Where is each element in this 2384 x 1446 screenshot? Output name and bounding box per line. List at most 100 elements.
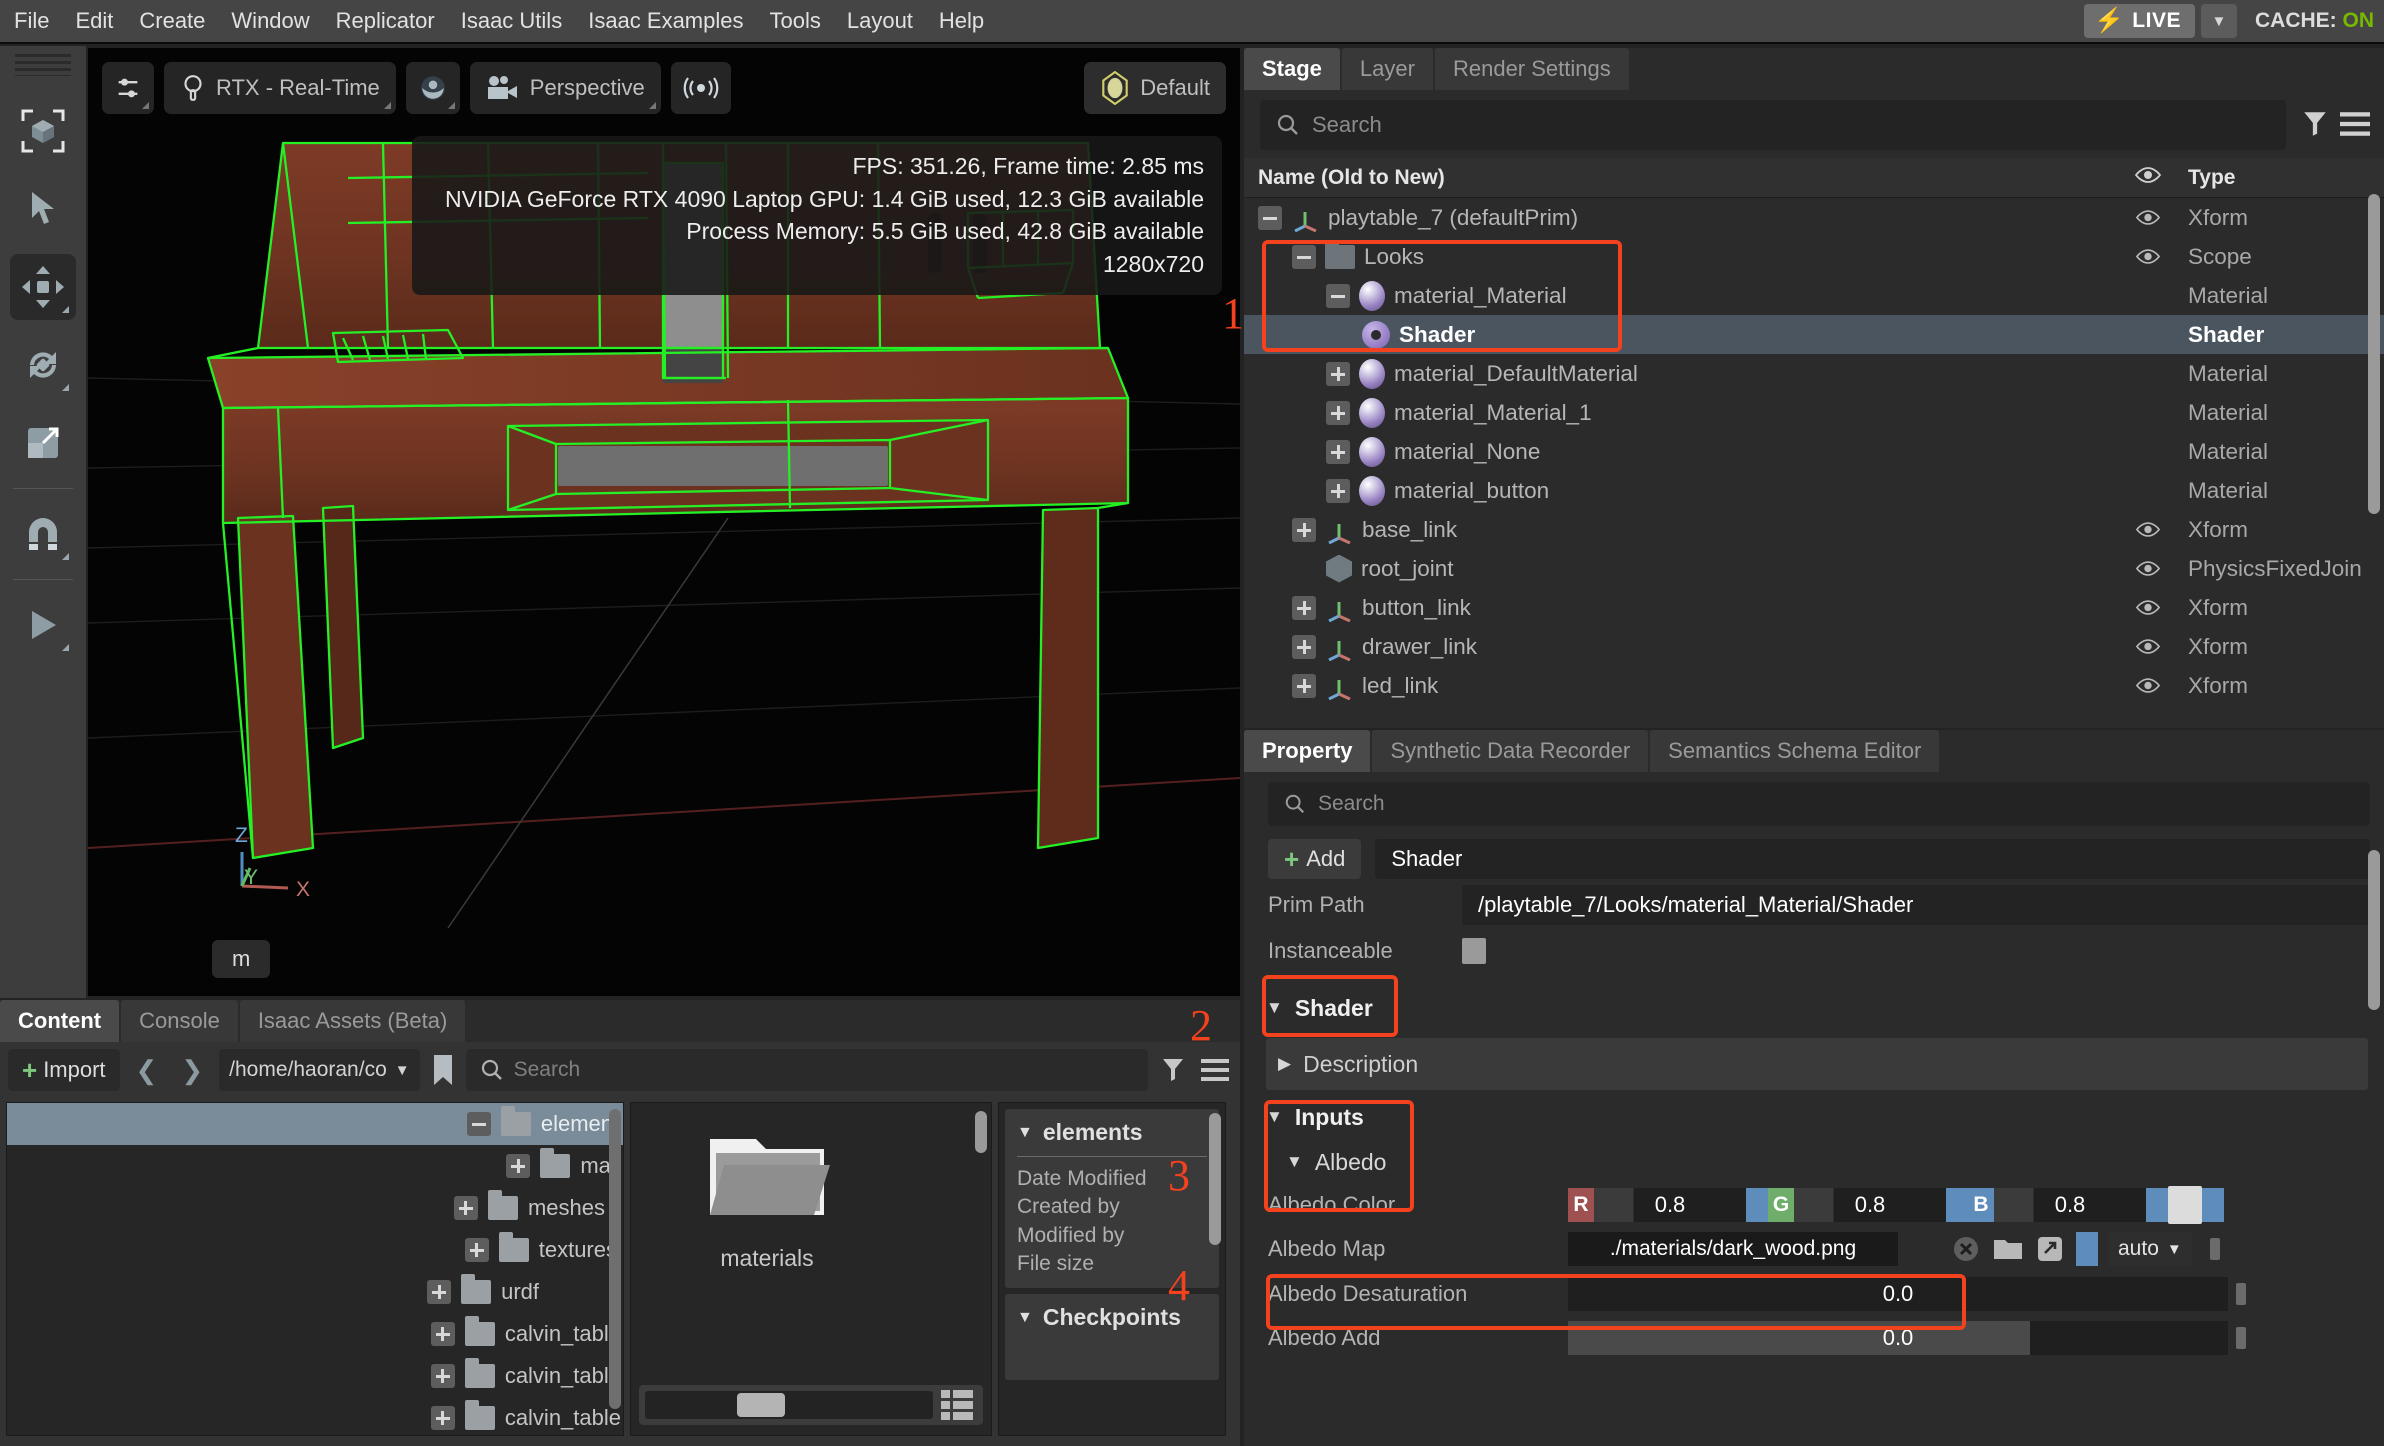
nav-forward-icon[interactable]: ❯ — [173, 1055, 211, 1086]
expand-toggle-icon[interactable] — [1326, 401, 1350, 425]
visibility-toggle-icon[interactable] — [2122, 209, 2174, 226]
color-swatch[interactable] — [2168, 1186, 2202, 1224]
collapse-toggle-icon[interactable] — [467, 1112, 491, 1136]
instanceable-checkbox[interactable] — [1462, 938, 1486, 964]
stage-row-button-link[interactable]: button_link Xform — [1244, 588, 2384, 627]
cursor-select-icon-button[interactable] — [10, 176, 76, 242]
column-header-type[interactable]: Type — [2174, 166, 2384, 190]
property-scrollbar[interactable] — [2368, 850, 2380, 1010]
thumbnail-size-slider[interactable] — [645, 1391, 933, 1419]
stage-row-playtable7[interactable]: playtable_7 (defaultPrim) Xform — [1244, 198, 2384, 237]
expand-toggle-icon[interactable] — [1292, 518, 1316, 542]
tree-row-textures[interactable]: textures — [7, 1229, 623, 1271]
toolbar-grip[interactable] — [15, 54, 71, 76]
prim-path-field[interactable]: /playtable_7/Looks/material_Material/Sha… — [1462, 885, 2370, 925]
stage-search-input[interactable]: Search — [1260, 100, 2286, 150]
map-slider-handle[interactable] — [2076, 1232, 2098, 1266]
stage-row-material-defaultmaterial[interactable]: material_DefaultMaterial Material — [1244, 354, 2384, 393]
b-slider-handle[interactable] — [2146, 1188, 2168, 1222]
expand-toggle-icon[interactable] — [1326, 362, 1350, 386]
tab-stage[interactable]: Stage — [1244, 48, 1340, 90]
filter-icon-button[interactable] — [1156, 1049, 1190, 1091]
renderer-selector-button[interactable]: RTX - Real-Time — [164, 62, 396, 114]
content-tree-scrollbar[interactable] — [609, 1109, 621, 1409]
tree-row-urdf[interactable]: urdf — [7, 1271, 623, 1313]
expand-toggle-icon[interactable] — [431, 1322, 455, 1346]
tree-row-meshes[interactable]: meshes — [7, 1187, 623, 1229]
rotate-tool-icon-button[interactable] — [10, 332, 76, 398]
bookmark-icon-button[interactable] — [428, 1050, 458, 1090]
albedo-map-mode-dropdown[interactable]: auto ▼ — [2108, 1232, 2192, 1266]
add-property-button[interactable]: + Add — [1268, 839, 1361, 879]
menu-edit[interactable]: Edit — [62, 0, 126, 43]
stage-row-base-link[interactable]: base_link Xform — [1244, 510, 2384, 549]
stage-row-material-button[interactable]: material_button Material — [1244, 471, 2384, 510]
albedo-map-path-field[interactable]: ./materials/dark_wood.png — [1568, 1232, 1898, 1266]
albedo-desaturation-value[interactable]: 0.0 — [1568, 1277, 2228, 1311]
camera-selector-button[interactable]: Perspective — [470, 62, 661, 114]
viewport-settings-button[interactable] — [102, 62, 154, 114]
external-link-icon-button[interactable] — [2034, 1232, 2066, 1266]
expand-toggle-icon[interactable] — [1326, 479, 1350, 503]
viewport-display-button[interactable] — [406, 62, 460, 114]
albedo-add-value[interactable]: 0.0 — [1568, 1321, 2228, 1355]
g-slider-handle[interactable] — [1946, 1188, 1968, 1222]
select-bounds-icon-button[interactable] — [10, 98, 76, 164]
tab-render-settings[interactable]: Render Settings — [1435, 48, 1629, 90]
tab-content[interactable]: Content — [0, 1000, 119, 1042]
visibility-toggle-icon[interactable] — [2122, 248, 2174, 265]
stage-row-material-material[interactable]: material_Material Material — [1244, 276, 2384, 315]
tree-row-mat[interactable]: mat — [7, 1145, 623, 1187]
visibility-toggle-icon[interactable] — [2122, 677, 2174, 694]
menu-window[interactable]: Window — [218, 0, 322, 43]
prim-name-field[interactable]: Shader — [1375, 839, 2370, 879]
menu-replicator[interactable]: Replicator — [323, 0, 448, 43]
unit-badge[interactable]: m — [212, 940, 270, 978]
stage-filter-icon-button[interactable] — [2298, 103, 2332, 145]
preset-selector-button[interactable]: Default — [1084, 62, 1226, 114]
expand-toggle-icon[interactable] — [431, 1406, 455, 1430]
visibility-toggle-icon[interactable] — [2122, 599, 2174, 616]
menu-isaac-utils[interactable]: Isaac Utils — [448, 0, 575, 43]
r-slider-handle[interactable] — [1746, 1188, 1768, 1222]
expand-toggle-icon[interactable] — [1292, 674, 1316, 698]
albedo-color-r-value[interactable]: 0.8 — [1594, 1188, 1746, 1222]
content-file-tree[interactable]: elemen mat meshes textures — [6, 1102, 624, 1436]
viewport[interactable]: RTX - Real-Time Perspective — [88, 48, 1240, 996]
stage-options-icon-button[interactable] — [2338, 103, 2372, 145]
import-button[interactable]: + Import — [8, 1049, 120, 1091]
row-overflow-handle[interactable] — [2210, 1238, 2220, 1260]
tree-row-calvin-table-2[interactable]: calvin_table — [7, 1355, 623, 1397]
list-view-toggle-icon[interactable] — [941, 1390, 977, 1420]
visibility-toggle-icon[interactable] — [2122, 521, 2174, 538]
tab-layer[interactable]: Layer — [1342, 48, 1433, 90]
metadata-scrollbar[interactable] — [1209, 1113, 1221, 1245]
tree-row-calvin-table-3[interactable]: calvin_table — [7, 1397, 623, 1436]
expand-toggle-icon[interactable] — [506, 1154, 530, 1178]
menu-help[interactable]: Help — [926, 0, 997, 43]
menu-tools[interactable]: Tools — [757, 0, 834, 43]
albedo-section-header[interactable]: ▼ Albedo — [1244, 1140, 2384, 1184]
visibility-toggle-icon[interactable] — [2122, 560, 2174, 577]
stage-row-material-none[interactable]: material_None Material — [1244, 432, 2384, 471]
row-overflow-handle[interactable] — [2236, 1283, 2246, 1305]
inputs-section-header[interactable]: ▼ Inputs — [1244, 1094, 2384, 1140]
live-dropdown-button[interactable]: ▼ — [2201, 4, 2237, 38]
expand-toggle-icon[interactable] — [427, 1280, 451, 1304]
stage-row-drawer-link[interactable]: drawer_link Xform — [1244, 627, 2384, 666]
albedo-color-g-value[interactable]: 0.8 — [1794, 1188, 1946, 1222]
stage-scrollbar[interactable] — [2368, 194, 2380, 514]
expand-toggle-icon[interactable] — [454, 1196, 478, 1220]
tab-semantics-schema-editor[interactable]: Semantics Schema Editor — [1650, 730, 1939, 772]
menu-isaac-examples[interactable]: Isaac Examples — [575, 0, 756, 43]
expand-toggle-icon[interactable] — [431, 1364, 455, 1388]
clear-x-icon-button[interactable] — [1950, 1232, 1982, 1266]
collapse-toggle-icon[interactable] — [1326, 284, 1350, 308]
tab-isaac-assets[interactable]: Isaac Assets (Beta) — [240, 1000, 466, 1042]
folder-icon-button[interactable] — [1992, 1232, 2024, 1266]
albedo-color-b-value[interactable]: 0.8 — [1994, 1188, 2146, 1222]
content-grid-view[interactable]: materials — [630, 1102, 992, 1436]
nav-back-icon[interactable]: ❮ — [128, 1055, 166, 1086]
audio-toggle-button[interactable] — [671, 62, 731, 114]
property-search-input[interactable]: Search — [1268, 782, 2370, 826]
